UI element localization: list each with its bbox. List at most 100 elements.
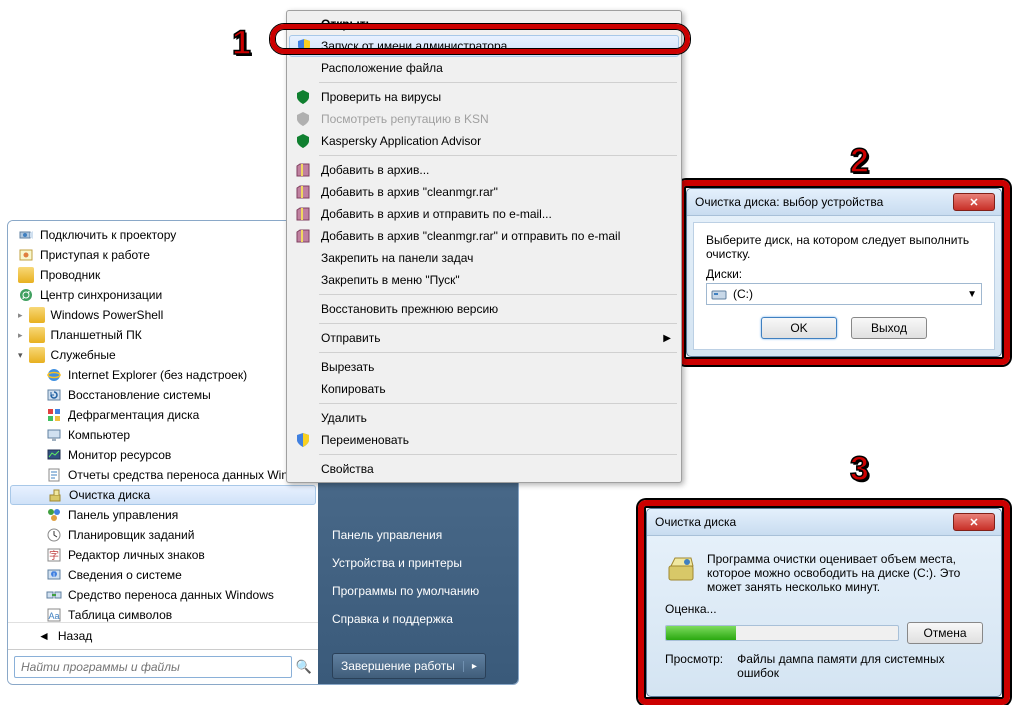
dropdown-arrow-icon: ▼ xyxy=(967,289,977,300)
dialog2-drive-select[interactable]: (C:) ▼ xyxy=(706,283,982,305)
context-menu-item[interactable]: Свойства xyxy=(289,458,679,480)
context-menu-item[interactable]: Удалить xyxy=(289,407,679,429)
start-subitem[interactable]: Отчеты средства переноса данных Wind xyxy=(10,465,316,485)
back-button[interactable]: ◄ Назад xyxy=(8,622,318,649)
start-item[interactable]: ▾Служебные xyxy=(10,345,316,365)
annotation-1: 1 xyxy=(232,24,251,63)
context-menu-separator xyxy=(319,155,677,156)
winrar-icon xyxy=(295,162,311,178)
context-menu-item-label: Переименовать xyxy=(321,433,409,447)
shutdown-button[interactable]: Завершение работы▸ xyxy=(332,653,486,679)
context-menu-item-label: Проверить на вирусы xyxy=(321,90,441,104)
dialog3-cancel-button[interactable]: Отмена xyxy=(907,622,983,644)
start-programs-list: Подключить к проектору Приступая к работе… xyxy=(8,221,318,622)
svg-text:Aa: Aa xyxy=(48,611,59,621)
context-menu-item[interactable]: Добавить в архив "cleanmgr.rar" и отправ… xyxy=(289,225,679,247)
start-subitem-label: Редактор личных знаков xyxy=(68,548,205,562)
context-menu-item[interactable]: Копировать xyxy=(289,378,679,400)
context-menu-item[interactable]: Отправить▶ xyxy=(289,327,679,349)
start-item[interactable]: ▸Windows PowerShell xyxy=(10,305,316,325)
context-menu-item[interactable]: Закрепить в меню "Пуск" xyxy=(289,269,679,291)
start-subitem[interactable]: Планировщик заданий xyxy=(10,525,316,545)
start-subitem-label: Internet Explorer (без надстроек) xyxy=(68,368,247,382)
context-menu-item[interactable]: Восстановить прежнюю версию xyxy=(289,298,679,320)
context-menu-item[interactable]: Добавить в архив... xyxy=(289,159,679,181)
context-menu-separator xyxy=(319,82,677,83)
context-menu-item[interactable]: Открыть xyxy=(289,13,679,35)
dialog-drive-selection: Очистка диска: выбор устройства ✕ Выбери… xyxy=(686,188,1002,357)
start-subitem[interactable]: Aa Таблица символов xyxy=(10,605,316,622)
dialog3-scan-label: Просмотр: xyxy=(665,652,723,680)
start-subitem[interactable]: Internet Explorer (без надстроек) xyxy=(10,365,316,385)
start-right-item[interactable]: Панель управления xyxy=(318,521,518,549)
start-subitem-label: Отчеты средства переноса данных Wind xyxy=(68,468,295,482)
start-subitem[interactable]: Монитор ресурсов xyxy=(10,445,316,465)
context-menu-item-label: Свойства xyxy=(321,462,374,476)
start-right-item[interactable]: Справка и поддержка xyxy=(318,605,518,633)
start-item-label: Центр синхронизации xyxy=(40,288,162,302)
winrar-icon xyxy=(295,206,311,222)
dialog2-title: Очистка диска: выбор устройства xyxy=(695,195,953,209)
dialog3-titlebar[interactable]: Очистка диска ✕ xyxy=(647,509,1001,536)
back-label: Назад xyxy=(58,629,92,643)
context-menu-separator xyxy=(319,294,677,295)
start-item[interactable]: Проводник xyxy=(10,265,316,285)
start-subitem-label: Восстановление системы xyxy=(68,388,211,402)
context-menu-item[interactable]: Переименовать xyxy=(289,429,679,451)
context-menu-item: Посмотреть репутацию в KSN xyxy=(289,108,679,130)
context-menu-item-label: Отправить xyxy=(321,331,381,345)
context-menu-item[interactable]: Вырезать xyxy=(289,356,679,378)
start-item[interactable]: Центр синхронизации xyxy=(10,285,316,305)
start-subitem[interactable]: Дефрагментация диска xyxy=(10,405,316,425)
search-box-container: 🔍 xyxy=(8,649,318,684)
shutdown-options-icon[interactable]: ▸ xyxy=(463,661,477,672)
start-subitem-label: Таблица символов xyxy=(68,608,172,622)
dialog3-close-button[interactable]: ✕ xyxy=(953,513,995,531)
context-menu-item-label: Посмотреть репутацию в KSN xyxy=(321,112,489,126)
dialog2-exit-button[interactable]: Выход xyxy=(851,317,927,339)
context-menu-item-label: Закрепить на панели задач xyxy=(321,251,473,265)
context-menu-item[interactable]: Расположение файла xyxy=(289,57,679,79)
context-menu-item-label: Добавить в архив и отправить по e-mail..… xyxy=(321,207,552,221)
context-menu-item[interactable]: Добавить в архив "cleanmgr.rar" xyxy=(289,181,679,203)
context-menu-separator xyxy=(319,352,677,353)
start-subitem-label: Монитор ресурсов xyxy=(68,448,171,462)
start-subitem[interactable]: Очистка диска xyxy=(10,485,316,505)
context-menu-item-label: Открыть xyxy=(321,17,373,31)
dialog2-close-button[interactable]: ✕ xyxy=(953,193,995,211)
start-subitem[interactable]: Восстановление системы xyxy=(10,385,316,405)
context-menu-item[interactable]: Запуск от имени администратора xyxy=(289,35,679,57)
start-item-label: Подключить к проектору xyxy=(40,228,176,242)
start-item-label: Проводник xyxy=(40,268,100,282)
context-menu-item[interactable]: Закрепить на панели задач xyxy=(289,247,679,269)
expand-right-icon: ▸ xyxy=(18,330,23,341)
start-subitem[interactable]: Панель управления xyxy=(10,505,316,525)
dialog2-ok-button[interactable]: OK xyxy=(761,317,837,339)
dialog3-body: Программа очистки оценивает объем места,… xyxy=(653,542,995,690)
dialog2-titlebar[interactable]: Очистка диска: выбор устройства ✕ xyxy=(687,189,1001,216)
context-menu-item[interactable]: Добавить в архив и отправить по e-mail..… xyxy=(289,203,679,225)
context-menu-item-label: Закрепить в меню "Пуск" xyxy=(321,273,460,287)
start-subitem[interactable]: Средство переноса данных Windows xyxy=(10,585,316,605)
cleanup-icon xyxy=(665,552,697,584)
start-item[interactable]: Подключить к проектору xyxy=(10,225,316,245)
context-menu-item-label: Добавить в архив "cleanmgr.rar" и отправ… xyxy=(321,229,620,243)
start-subitem[interactable]: Компьютер xyxy=(10,425,316,445)
drive-icon xyxy=(711,286,727,302)
context-menu-item[interactable]: Проверить на вирусы xyxy=(289,86,679,108)
context-menu-item[interactable]: Kaspersky Application Advisor xyxy=(289,130,679,152)
start-subitem[interactable]: iСведения о системе xyxy=(10,565,316,585)
start-right-item[interactable]: Устройства и принтеры xyxy=(318,549,518,577)
svg-text:字: 字 xyxy=(49,549,59,562)
start-subitem-label: Очистка диска xyxy=(69,488,150,502)
start-item-label: Приступая к работе xyxy=(40,248,150,262)
dialog3-title: Очистка диска xyxy=(655,515,953,529)
search-icon[interactable]: 🔍 xyxy=(296,659,312,675)
start-item[interactable]: ▸Планшетный ПК xyxy=(10,325,316,345)
start-subitem[interactable]: 字 Редактор личных знаков xyxy=(10,545,316,565)
start-item[interactable]: Приступая к работе xyxy=(10,245,316,265)
start-right-item[interactable]: Программы по умолчанию xyxy=(318,577,518,605)
search-input[interactable] xyxy=(14,656,292,678)
context-menu: Открыть Запуск от имени администратораРас… xyxy=(286,10,682,483)
expand-down-icon: ▾ xyxy=(18,350,23,361)
